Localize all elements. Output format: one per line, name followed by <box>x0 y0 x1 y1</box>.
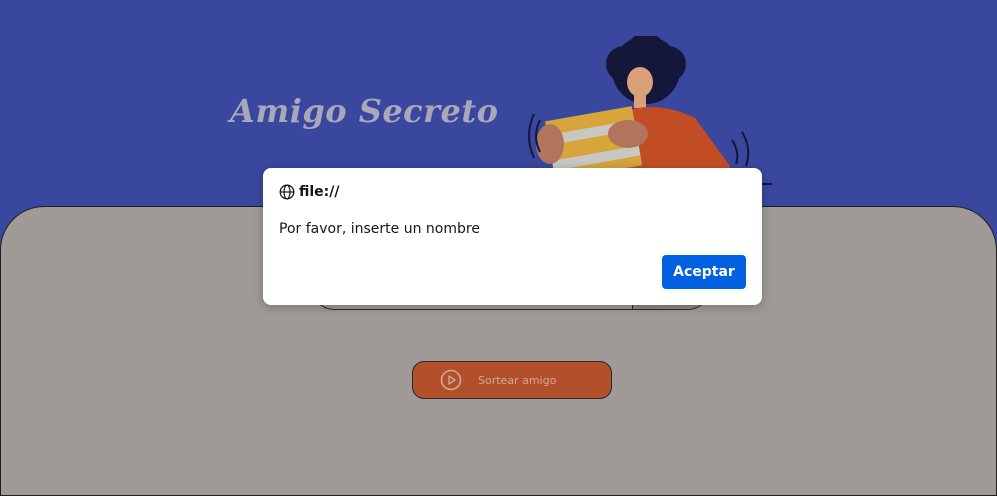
accept-button[interactable]: Aceptar <box>662 255 746 289</box>
dialog-origin: file:// <box>279 184 340 200</box>
globe-icon <box>279 184 295 200</box>
alert-dialog: file:// Por favor, inserte un nombre Ace… <box>263 168 762 305</box>
dialog-message: Por favor, inserte un nombre <box>279 221 480 237</box>
dialog-origin-text: file:// <box>299 184 340 200</box>
